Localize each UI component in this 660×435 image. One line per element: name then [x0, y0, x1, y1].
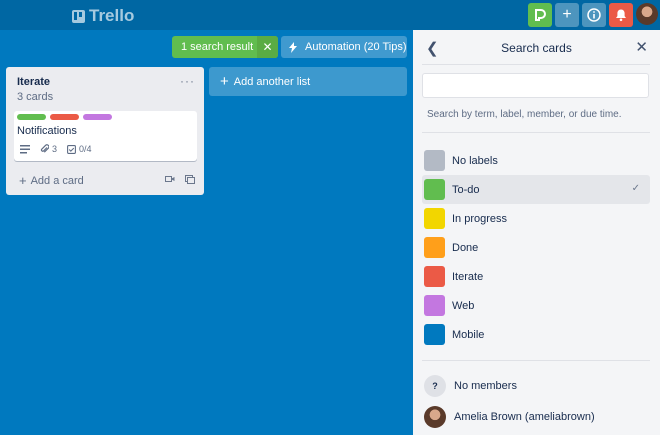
create-button[interactable]: +	[555, 3, 579, 27]
hint-divider	[422, 132, 650, 133]
label-swatch	[424, 208, 445, 229]
label-name: Web	[452, 299, 475, 312]
label-swatch	[424, 150, 445, 171]
list-iterate: Iterate 3 cards ··· Notifications 3 0/4 …	[6, 67, 204, 195]
logo-text: Trello	[89, 6, 135, 25]
automation-button[interactable]: Automation (20 Tips)	[281, 36, 407, 58]
labels-divider	[422, 360, 650, 361]
user-avatar[interactable]	[636, 3, 658, 25]
lightning-icon	[289, 41, 297, 53]
label-filter-mobile[interactable]: Mobile	[422, 320, 650, 349]
automation-label: Automation (20 Tips)	[305, 41, 407, 53]
card-notifications[interactable]: Notifications 3 0/4	[14, 111, 197, 161]
info-icon	[587, 8, 601, 22]
panel-title: Search cards	[501, 41, 572, 55]
description-icon	[20, 144, 30, 153]
close-icon[interactable]: ✕	[635, 38, 648, 56]
panel-header: ❮ Search cards ✕	[413, 30, 660, 64]
card-labels	[17, 114, 112, 120]
avatar	[424, 406, 446, 428]
label-filter-done[interactable]: Done	[422, 233, 650, 262]
checklist-icon	[67, 144, 76, 154]
member-filter-amelia[interactable]: Amelia Brown (ameliabrown)	[424, 406, 595, 428]
search-cards-panel: ❮ Search cards ✕ Search by term, label, …	[413, 30, 660, 435]
card-title: Notifications	[17, 125, 77, 137]
checklist-badge: 0/4	[67, 144, 92, 154]
search-hint: Search by term, label, member, or due ti…	[427, 109, 622, 120]
card-badges: 3 0/4	[20, 144, 92, 154]
label-filter-list: No labels To-do ✓ In progress Done Itera…	[413, 146, 660, 349]
label-swatch	[424, 179, 445, 200]
search-input[interactable]	[422, 73, 649, 98]
card-template-actions	[165, 175, 195, 184]
add-list-label: Add another list	[233, 75, 311, 88]
list-title[interactable]: Iterate	[17, 76, 50, 88]
trello-logo-icon	[72, 9, 85, 23]
plus-icon: +	[19, 173, 27, 188]
label-filter-iterate[interactable]: Iterate	[422, 262, 650, 291]
list-card-count: 3 cards	[17, 91, 54, 103]
label-filter-to-do[interactable]: To-do ✓	[422, 175, 650, 204]
description-badge	[20, 144, 30, 154]
add-list-button[interactable]: + Add another list	[209, 67, 407, 96]
bell-icon	[616, 9, 626, 22]
trello-logo[interactable]: Trello	[72, 6, 134, 26]
butler-icon	[535, 9, 546, 21]
label-name: In progress	[452, 212, 508, 225]
checkmark-icon: ✓	[631, 183, 640, 194]
notifications-button[interactable]	[609, 3, 633, 27]
label-name: No labels	[452, 154, 498, 167]
card-label-purple[interactable]	[83, 114, 112, 120]
card-label-green[interactable]	[17, 114, 46, 120]
member-name: No members	[454, 380, 517, 392]
info-button[interactable]	[582, 3, 606, 27]
label-filter-in-progress[interactable]: In progress	[422, 204, 650, 233]
attachment-count: 3	[52, 144, 58, 154]
search-result-button[interactable]: 1 search result ✕	[172, 36, 278, 58]
add-card-label: Add a card	[30, 175, 84, 187]
label-filter-web[interactable]: Web	[422, 291, 650, 320]
label-name: Done	[452, 241, 479, 254]
card-template-icon[interactable]	[185, 175, 195, 184]
label-name: To-do	[452, 183, 480, 196]
card-label-red[interactable]	[50, 114, 79, 120]
label-swatch	[424, 295, 445, 316]
member-name: Amelia Brown (ameliabrown)	[454, 411, 595, 423]
label-name: Iterate	[452, 270, 484, 283]
member-filter-no-members[interactable]: ? No members	[424, 375, 517, 397]
clear-search-close-icon[interactable]: ✕	[257, 36, 278, 58]
attachment-badge: 3	[40, 144, 57, 154]
list-menu-icon[interactable]: ···	[180, 74, 195, 88]
video-icon[interactable]	[165, 175, 175, 183]
search-result-label: 1 search result	[181, 41, 254, 53]
paperclip-icon	[40, 144, 49, 153]
header-divider	[422, 64, 650, 65]
label-swatch	[424, 324, 445, 345]
label-name: Mobile	[452, 328, 485, 341]
add-card-button[interactable]: + Add a card	[19, 173, 84, 188]
plus-icon: +	[562, 6, 572, 23]
no-member-avatar: ?	[424, 375, 446, 397]
label-filter-no-labels[interactable]: No labels	[422, 146, 650, 175]
plus-icon: +	[220, 73, 229, 90]
top-header: Trello +	[0, 0, 660, 30]
label-swatch	[424, 237, 445, 258]
butler-button[interactable]	[528, 3, 552, 27]
checklist-count: 0/4	[79, 144, 92, 154]
label-swatch	[424, 266, 445, 287]
